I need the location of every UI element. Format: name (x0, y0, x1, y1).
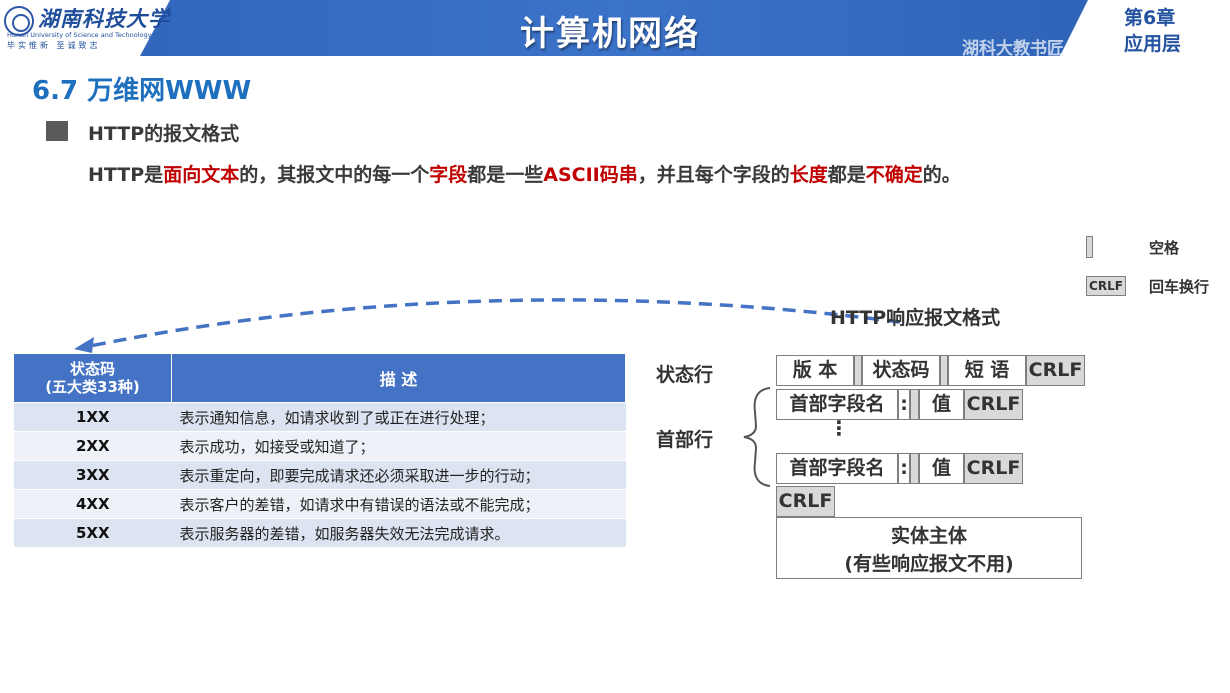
entity-body-title: 实体主体 (890, 525, 967, 547)
crlf-field: CRLF (964, 389, 1023, 420)
status-code-field: 状态码 (862, 355, 940, 386)
value-field: 值 (919, 389, 964, 420)
space-marker (854, 355, 862, 386)
space-marker (910, 389, 919, 420)
header-field-name: 首部字段名 (776, 453, 898, 484)
crlf-field: CRLF (964, 453, 1023, 484)
blank-line-crlf: CRLF (776, 486, 835, 517)
colon-field: : (898, 453, 910, 484)
version-field: 版 本 (776, 355, 854, 386)
header-lines-brace (743, 387, 771, 487)
colon-field: : (898, 389, 910, 420)
space-marker (910, 453, 919, 484)
entity-body-note: (有些响应报文不用) (844, 553, 1014, 575)
space-marker (940, 355, 948, 386)
crlf-field: CRLF (1026, 355, 1085, 386)
entity-body: 实体主体 (有些响应报文不用) (776, 517, 1082, 579)
ellipsis-vertical: ⋮ (829, 416, 849, 440)
value-field: 值 (919, 453, 964, 484)
phrase-field: 短 语 (948, 355, 1026, 386)
